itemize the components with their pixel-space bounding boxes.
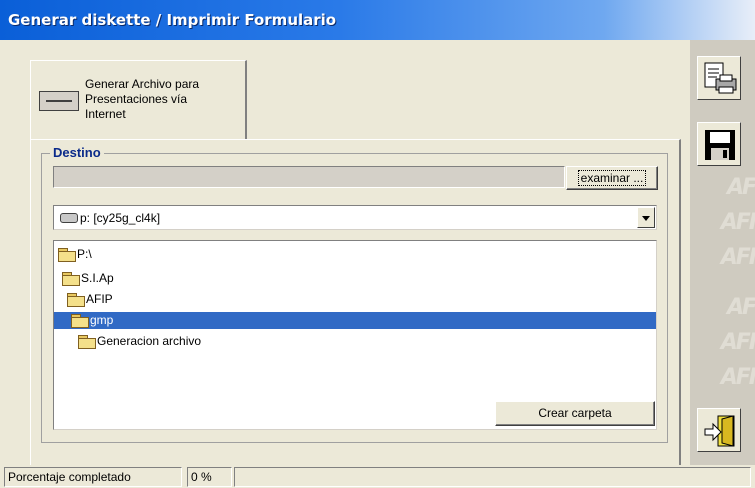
tree-item-label: P:\ [77,247,92,261]
network-drive-icon [60,213,78,223]
watermark-glyph: AFI [720,330,755,355]
destination-group-title: Destino [50,145,104,160]
watermark-glyph: AF [726,295,755,320]
drive-select[interactable]: p: [cy25g_cl4k] [53,205,657,230]
tree-item-label: S.I.Ap [81,271,114,285]
open-folder-icon [62,272,80,287]
drive-select-value: p: [cy25g_cl4k] [80,211,161,225]
watermark-glyph: AF [726,175,755,200]
exit-button[interactable] [697,408,741,452]
tree-item[interactable]: S.I.Ap [62,270,114,287]
chevron-down-icon[interactable] [637,207,655,228]
destination-path-field[interactable] [53,166,565,188]
watermark-glyph: AFI [720,245,755,270]
save-button[interactable] [697,122,741,166]
open-folder-icon [58,248,76,263]
print-form-icon [704,62,737,94]
tree-item-label: Generacion archivo [97,334,202,348]
status-progress-area [234,467,751,487]
tree-item[interactable]: Generacion archivo [78,333,201,350]
tree-item-label: gmp [90,313,114,327]
tree-item[interactable]: AFIP [67,291,113,308]
status-bar: Porcentaje completado 0 % [0,465,755,488]
folder-icon [78,335,96,350]
print-form-button[interactable] [697,56,741,100]
tab-label: Generar Archivo para Presentaciones vía … [85,77,200,121]
create-folder-label: Crear carpeta [538,406,612,420]
watermark-glyph: AFI [720,365,755,390]
tab-generar-archivo[interactable]: Generar Archivo para Presentaciones vía … [30,60,247,140]
title-bar: Generar diskette / Imprimir Formulario [0,0,755,40]
create-folder-button[interactable]: Crear carpeta [495,401,655,426]
tree-item-label: AFIP [86,292,113,306]
status-percent: 0 % [187,467,232,487]
tree-item[interactable]: P:\ [58,246,92,263]
right-watermark-strip: AF AFI AFI AF AFI AFI [690,40,755,465]
exit-door-icon [704,415,735,447]
browse-button-label: examinar ... [577,170,647,186]
browse-button[interactable]: examinar ... [566,166,658,190]
save-disk-icon [705,130,735,160]
status-label: Porcentaje completado [4,467,182,487]
keyboard-icon [39,91,79,111]
open-folder-icon [67,293,85,308]
window-title: Generar diskette / Imprimir Formulario [8,11,337,29]
tree-item-selected[interactable]: gmp [54,312,656,329]
watermark-glyph: AFI [720,210,755,235]
open-folder-icon [71,314,89,329]
